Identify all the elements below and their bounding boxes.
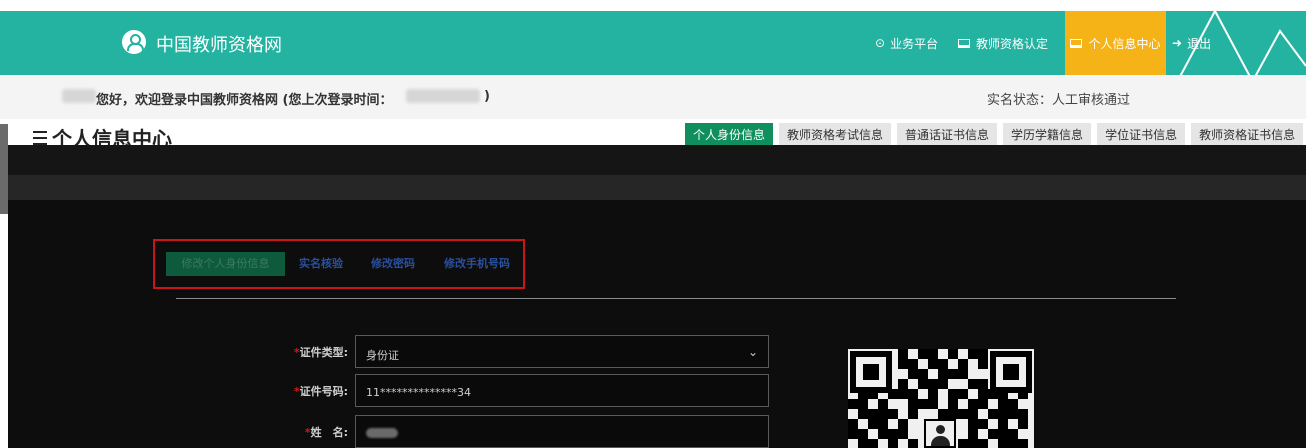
welcome-close-paren: ) [484, 89, 490, 104]
realname-status: 实名状态：人工审核通过 [987, 93, 1131, 108]
divider [176, 298, 1176, 299]
id-type-label: *证件类型: [293, 346, 348, 359]
avatar-icon [924, 419, 956, 448]
subtab-realname-verify[interactable]: 实名核验 [299, 252, 343, 276]
site-title[interactable]: 中国教师资格网 [156, 31, 282, 57]
chevron-down-icon: ⌄ [747, 345, 758, 359]
top-header: 中国教师资格网 ⊙ 业务平台 教师资格认定 个人信息中心 ➜ 退出 [0, 11, 1306, 86]
form-row-id-type: *证件类型: 身份证 ⌄ [0, 335, 800, 368]
nav-label: 个人信息中心 [1088, 36, 1161, 51]
nav-teacher-cert[interactable]: 教师资格认定 [958, 11, 1048, 75]
dashboard-icon: ⊙ [875, 36, 886, 50]
side-bar [0, 124, 8, 214]
nav-label: 业务平台 [890, 36, 939, 51]
monitor-icon [958, 38, 970, 48]
qr-code [848, 349, 1034, 448]
nav-label: 教师资格认定 [976, 36, 1049, 51]
logo-icon [122, 30, 146, 54]
form-row-name: *姓 名: [0, 415, 800, 448]
redacted-login-time [406, 89, 480, 103]
id-number-input[interactable]: 11**************34 [355, 374, 769, 407]
subtab-group: 修改个人身份信息 实名核验 修改密码 修改手机号码 [153, 239, 525, 289]
form-row-id-number: *证件号码: 11**************34 [0, 374, 800, 407]
name-input[interactable] [355, 415, 769, 448]
nav-personal-center[interactable]: 个人信息中心 [1065, 11, 1166, 75]
subtab-edit-identity[interactable]: 修改个人身份信息 [166, 252, 285, 276]
redacted-username [62, 89, 96, 103]
nav-business-platform[interactable]: ⊙ 业务平台 [875, 11, 938, 75]
monitor-icon [1070, 38, 1083, 48]
subtab-change-password[interactable]: 修改密码 [371, 252, 415, 276]
welcome-text: 您好，欢迎登录中国教师资格网 (您上次登录时间： [96, 93, 393, 108]
welcome-bar: 您好，欢迎登录中国教师资格网 (您上次登录时间： ) 实名状态：人工审核通过 [0, 75, 1306, 119]
name-label: *姓 名: [304, 426, 348, 439]
id-type-select[interactable]: 身份证 ⌄ [355, 335, 769, 368]
subtab-change-phone[interactable]: 修改手机号码 [444, 252, 510, 276]
id-number-label: *证件号码: [293, 385, 348, 398]
redacted-name [366, 428, 398, 438]
